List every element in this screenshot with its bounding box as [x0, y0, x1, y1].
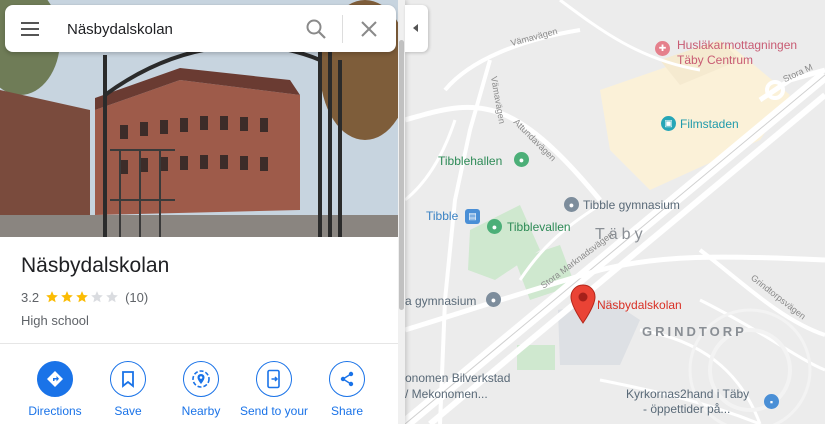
poi-label[interactable]: Tibble gymnasium [583, 198, 680, 212]
shopping-poi-icon[interactable]: ▪ [764, 394, 779, 409]
action-label: Share [330, 404, 364, 418]
action-label: Nearby [181, 404, 221, 418]
maps-app: ✚ Husläkarmottagningen Täby Centrum ▣ Fi… [0, 0, 825, 424]
rating-value: 3.2 [21, 289, 40, 305]
place-title: Näsbydalskolan [21, 254, 170, 277]
send-to-phone-icon [256, 361, 292, 397]
action-label: Save [114, 404, 142, 418]
nearby-button[interactable]: Nearby [161, 361, 241, 418]
rating-stars [45, 290, 120, 304]
action-label: Send to your [239, 404, 309, 418]
sports-poi-icon[interactable]: ● [514, 152, 529, 167]
poi-label[interactable]: Husläkarmottagningen [677, 38, 797, 52]
poi-label[interactable]: Filmstaden [680, 117, 739, 131]
poi-label[interactable]: / Mekonomen... [405, 387, 488, 401]
transit-label[interactable]: Tibble [426, 209, 458, 223]
send-to-phone-button[interactable]: Send to your [234, 361, 314, 418]
school-poi-icon[interactable]: ● [486, 292, 501, 307]
menu-icon[interactable] [17, 17, 41, 41]
nearby-icon [183, 361, 219, 397]
train-station-icon[interactable]: ▤ [465, 209, 480, 224]
poi-label[interactable]: Tibblehallen [438, 154, 502, 168]
share-icon [329, 361, 365, 397]
review-count[interactable]: (10) [125, 290, 148, 305]
action-label: Directions [28, 404, 82, 418]
poi-label[interactable]: Täby Centrum [677, 53, 753, 67]
poi-label[interactable]: a gymnasium [405, 294, 476, 308]
collapse-panel-button[interactable] [405, 5, 428, 52]
poi-label[interactable]: - öppettider på... [643, 402, 730, 416]
poi-label[interactable]: onomen Bilverkstad [405, 371, 510, 385]
selected-place-label[interactable]: Näsbydalskolan [597, 298, 682, 312]
directions-button[interactable]: Directions [15, 361, 95, 418]
rating-row[interactable]: 3.2 (10) [21, 289, 148, 305]
cinema-poi-icon[interactable]: ▣ [661, 116, 676, 131]
medical-poi-icon[interactable]: ✚ [655, 41, 670, 56]
star-empty-icon [91, 291, 103, 303]
divider [0, 343, 398, 344]
poi-label[interactable]: Tibblevallen [507, 220, 571, 234]
star-filled-icon [76, 291, 88, 303]
share-button[interactable]: Share [307, 361, 387, 418]
scrollbar-thumb[interactable] [399, 40, 404, 310]
poi-label[interactable]: Kyrkornas2hand i Täby [626, 387, 749, 401]
place-panel: Näsbydalskolan 3.2 (10) High school Dire… [0, 0, 405, 424]
school-poi-icon[interactable]: ● [564, 197, 579, 212]
save-button[interactable]: Save [88, 361, 168, 418]
stadium-poi-icon[interactable]: ● [487, 219, 502, 234]
area-label: GRINDTORP [642, 324, 747, 339]
star-filled-icon [46, 291, 58, 303]
panel-scrollbar[interactable] [398, 0, 405, 424]
search-divider [342, 15, 343, 43]
place-category[interactable]: High school [21, 313, 89, 328]
bookmark-icon [110, 361, 146, 397]
search-icon[interactable] [304, 17, 328, 41]
selected-place-pin-icon[interactable] [570, 284, 596, 324]
star-filled-icon [61, 291, 73, 303]
search-input[interactable] [67, 17, 287, 41]
directions-icon [37, 361, 73, 397]
search-box [5, 5, 396, 52]
close-icon[interactable] [357, 17, 381, 41]
star-empty-icon [106, 291, 118, 303]
